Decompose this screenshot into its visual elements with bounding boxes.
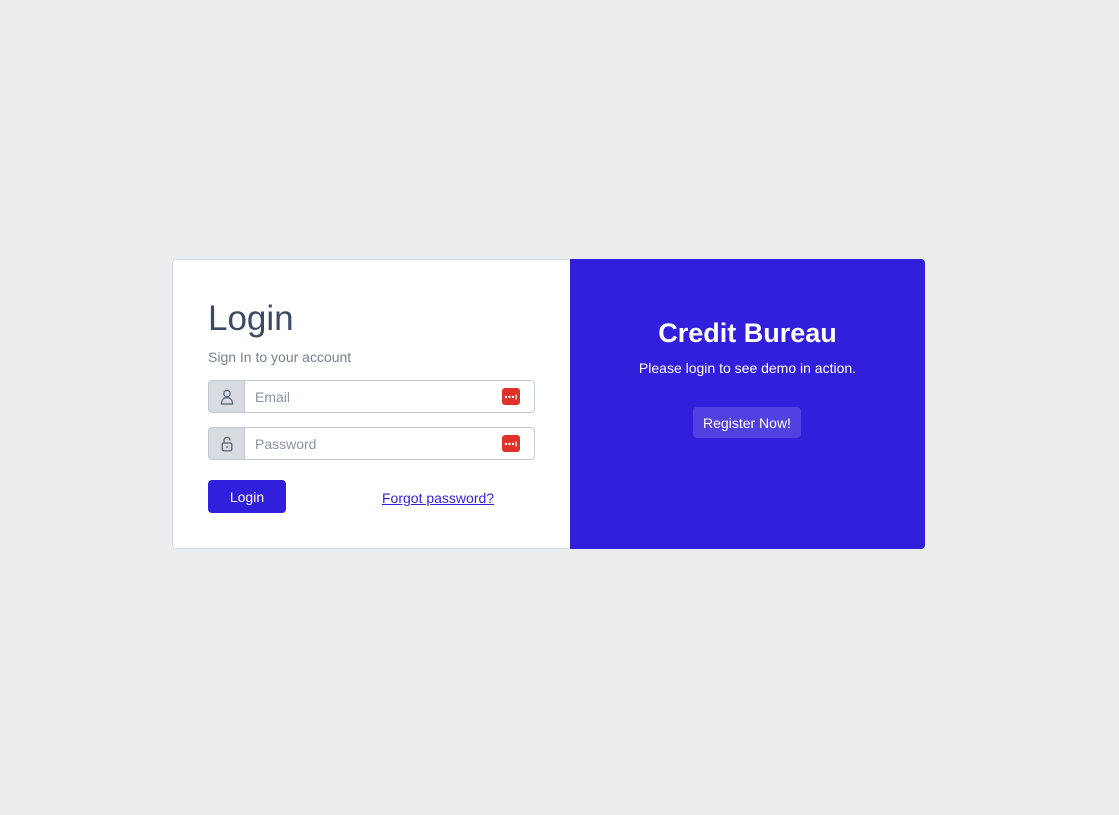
login-button[interactable]: Login (208, 480, 286, 513)
register-button[interactable]: Register Now! (693, 407, 801, 438)
register-promo-card: Credit Bureau Please login to see demo i… (570, 259, 925, 549)
forgot-password-link[interactable]: Forgot password? (382, 488, 494, 508)
user-icon (208, 380, 244, 413)
password-manager-icon[interactable] (502, 388, 520, 405)
login-subtitle: Sign In to your account (208, 349, 352, 365)
promo-text: Please login to see demo in action. (638, 360, 857, 376)
email-input-group (208, 380, 535, 413)
login-card: Login Sign In to your account Email Logi… (172, 259, 570, 549)
login-card-group: Login Sign In to your account Email Logi… (172, 259, 925, 549)
password-manager-icon[interactable] (502, 435, 520, 452)
email-field[interactable] (244, 380, 535, 413)
lock-icon (208, 427, 244, 460)
password-input-group (208, 427, 535, 460)
password-field[interactable] (244, 427, 535, 460)
login-title: Login (208, 299, 294, 338)
promo-title: Credit Bureau (658, 318, 837, 348)
